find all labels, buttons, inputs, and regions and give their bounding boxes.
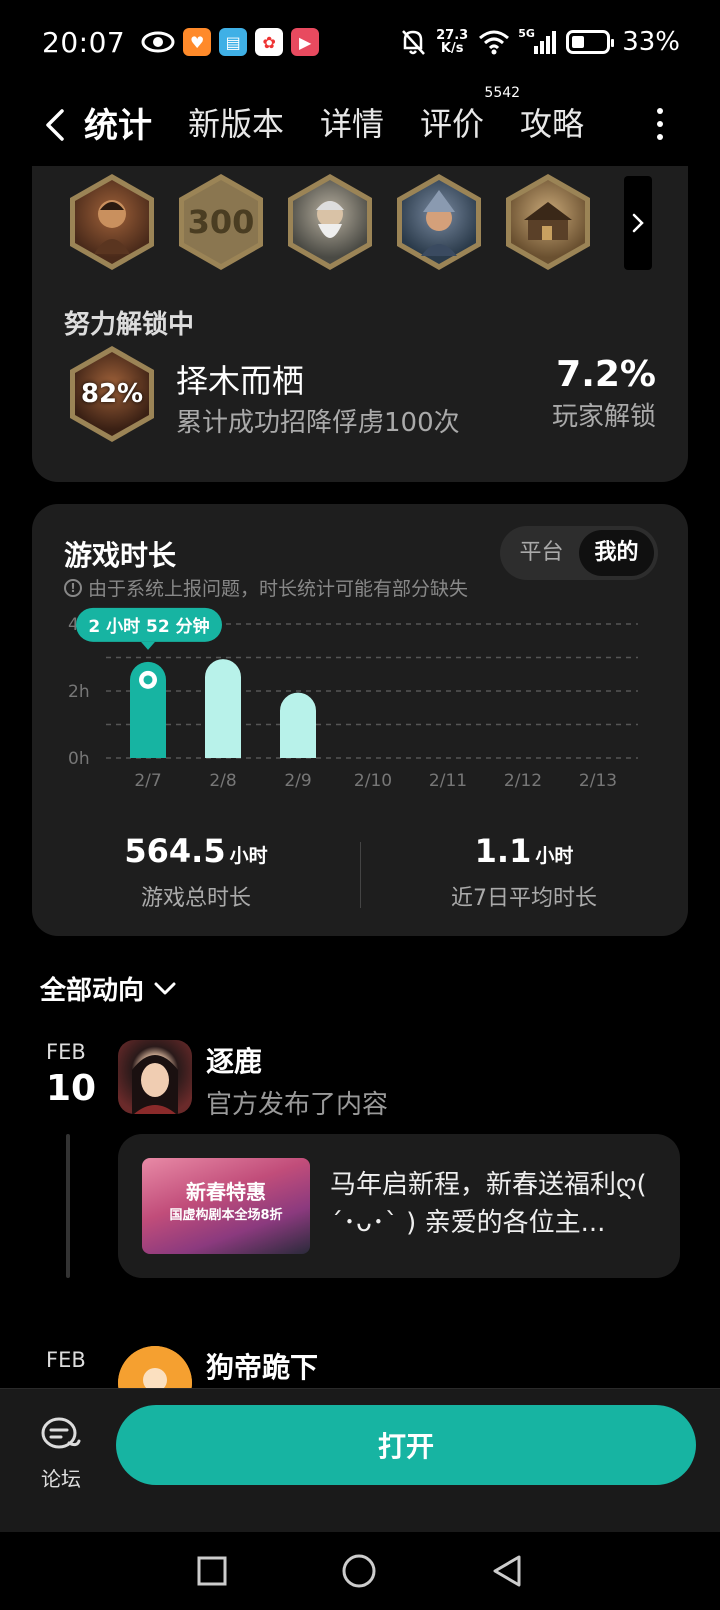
- chart-bar: [280, 692, 316, 758]
- chart-x-tick: 2/9: [284, 771, 311, 791]
- feed-filter-dropdown[interactable]: 全部动向: [40, 970, 176, 1007]
- achievement-badge[interactable]: [70, 174, 154, 270]
- mute-bell-icon: [402, 30, 426, 55]
- chart-x-tick: 2/7: [134, 771, 161, 791]
- playtime-bar-chart: 0h2h4h2/72/82/92/102/112/122/132 小时 52 分…: [68, 607, 638, 791]
- feed-date-month: FEB: [46, 1040, 86, 1064]
- post-thumbnail: 新春特惠 国虚构剧本全场8折: [142, 1158, 310, 1254]
- reviews-count-badge: 5542: [484, 85, 521, 101]
- status-time: 20:07: [42, 25, 126, 59]
- timeline-line: [66, 1134, 70, 1278]
- signal-icon: 5G: [518, 27, 557, 54]
- recent-apps-icon[interactable]: [197, 1556, 227, 1586]
- achievement-description: 累计成功招降俘虏100次: [176, 408, 460, 438]
- chart-x-tick: 2/11: [429, 771, 467, 791]
- achievements-card: 300 努力解锁中 82% 择木而栖 累计成功招降俘虏100次 7.2% 玩家解…: [32, 166, 688, 482]
- bottom-action-bar: 论坛 打开: [0, 1388, 720, 1532]
- tab-details[interactable]: 详情: [320, 99, 384, 151]
- avatar[interactable]: [118, 1040, 192, 1114]
- current-achievement-badge[interactable]: 82%: [70, 346, 154, 442]
- achievements-next-button[interactable]: [624, 176, 652, 270]
- chart-y-tick: 0h: [68, 749, 90, 769]
- back-nav-icon[interactable]: [491, 1554, 523, 1588]
- feed-author-name[interactable]: 逐鹿: [206, 1040, 262, 1080]
- wifi-icon: [479, 30, 510, 55]
- more-menu-button[interactable]: [650, 102, 670, 146]
- in-progress-title: 努力解锁中: [64, 310, 195, 340]
- achievement-unlock-rate: 7.2%: [556, 354, 656, 395]
- tab-guides[interactable]: 攻略: [520, 99, 584, 151]
- chart-x-tick: 2/12: [504, 771, 542, 791]
- video-app-icon: ▶: [291, 28, 320, 56]
- avg-playtime-stat: 1.1 小时 近7日平均时长: [451, 832, 597, 911]
- battery-percent: 33%: [622, 27, 680, 57]
- app-notification-icon: ♥: [183, 28, 212, 56]
- achievement-progress: 82%: [80, 379, 144, 409]
- open-game-button[interactable]: 打开: [116, 1405, 696, 1485]
- chat-bubble-icon: [41, 1417, 81, 1449]
- total-playtime-stat: 564.5 小时 游戏总时长: [124, 832, 268, 911]
- network-speed: 27.3 K/s: [436, 28, 469, 56]
- feed-action-text: 官方发布了内容: [206, 1090, 389, 1120]
- chevron-down-icon: [154, 982, 176, 994]
- system-navigation-bar: [0, 1532, 720, 1610]
- playtime-card: 游戏时长 ! 由于系统上报问题，时长统计可能有部分缺失 平台 我的 0h2h4h…: [32, 504, 688, 936]
- achievement-badge[interactable]: [288, 174, 372, 270]
- chart-x-tick: 2/8: [209, 771, 236, 791]
- feed-date-month: FEB: [46, 1348, 86, 1372]
- battery-icon: [566, 30, 615, 54]
- status-bar: 20:07 ♥ ▤ ✿ ▶ 27.3 K/s 5G 33%: [0, 0, 720, 84]
- tab-stats[interactable]: 统计: [82, 98, 154, 153]
- chart-bar: [205, 659, 241, 758]
- feed-post-card[interactable]: 新春特惠 国虚构剧本全场8折 马年启新程，新春送福利ღ( ´･ᴗ･` ) 亲爱的…: [118, 1134, 680, 1278]
- chevron-right-icon: [632, 213, 644, 233]
- achievement-name: 择木而栖: [176, 362, 305, 400]
- chart-tooltip-text: 2 小时 52 分钟: [88, 616, 209, 637]
- home-icon[interactable]: [342, 1554, 376, 1588]
- chart-selected-marker-dot: [143, 675, 153, 685]
- chart-y-tick: 2h: [68, 682, 90, 702]
- achievement-unlock-label: 玩家解锁: [551, 402, 656, 432]
- achievement-badge[interactable]: [397, 174, 481, 270]
- achievement-badge[interactable]: [506, 174, 590, 270]
- back-button[interactable]: [30, 95, 80, 155]
- feed-date-day: 10: [46, 1068, 97, 1109]
- post-text: 马年启新程，新春送福利ღ( ´･ᴗ･` ) 亲爱的各位主...: [330, 1170, 647, 1238]
- top-tab-bar: 统计 新版本 详情 评价 5542 攻略: [0, 84, 720, 166]
- chart-x-tick: 2/13: [579, 771, 617, 791]
- status-right: 27.3 K/s 5G 33%: [400, 27, 680, 57]
- chart-tooltip-pointer: [141, 641, 155, 650]
- tab-reviews[interactable]: 评价 5542: [420, 85, 520, 151]
- eye-icon: [141, 31, 175, 53]
- tab-new-version[interactable]: 新版本: [188, 99, 284, 151]
- game-app-icon: ✿: [255, 28, 284, 56]
- achievement-badge[interactable]: 300: [179, 174, 263, 270]
- forum-button[interactable]: 论坛: [36, 1415, 86, 1492]
- chart-x-tick: 2/10: [354, 771, 392, 791]
- status-left: 20:07 ♥ ▤ ✿ ▶: [42, 25, 320, 59]
- chevron-left-icon: [46, 109, 64, 141]
- feed-author-name[interactable]: 狗帝跪下: [206, 1346, 318, 1386]
- book-app-icon: ▤: [219, 28, 248, 56]
